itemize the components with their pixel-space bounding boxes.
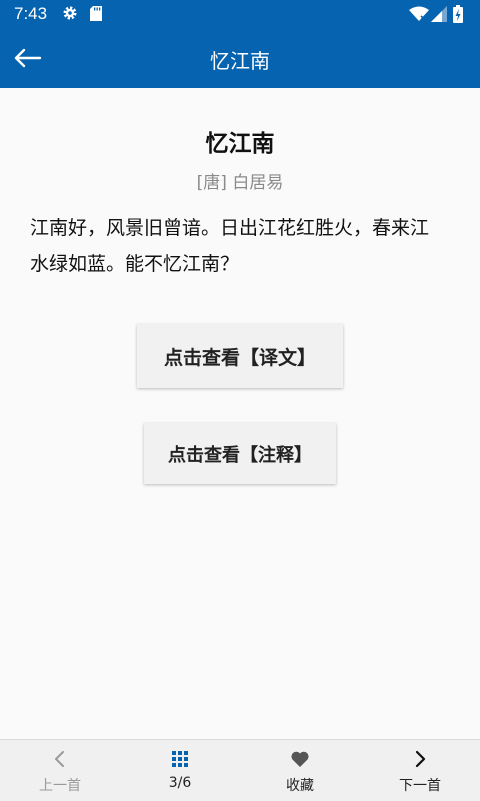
next-poem-button[interactable]: 下一首 xyxy=(360,740,480,801)
favorite-button[interactable]: 收藏 xyxy=(240,740,360,801)
gear-icon xyxy=(62,5,78,21)
poem-author: [唐] 白居易 xyxy=(196,173,284,193)
app-bar: 忆江南 xyxy=(0,28,480,88)
view-notes-button[interactable]: 点击查看【注释】 xyxy=(144,423,336,484)
view-translation-button[interactable]: 点击查看【译文】 xyxy=(137,324,343,388)
poem-title: 忆江南 xyxy=(205,131,275,157)
wifi-icon xyxy=(409,6,429,26)
next-poem-label: 下一首 xyxy=(399,778,441,794)
poem-list-button[interactable]: 3/6 xyxy=(120,740,240,801)
status-time: 7:43 xyxy=(14,4,48,23)
heart-icon xyxy=(240,749,360,769)
chevron-right-icon xyxy=(360,749,480,769)
app-bar-title: 忆江南 xyxy=(210,49,270,73)
bottom-nav: 上一首 3/6 收藏 下一首 xyxy=(0,739,480,801)
chevron-left-icon xyxy=(0,749,120,769)
sd-card-icon xyxy=(90,6,102,21)
poem-line: 水绿如蓝。能不忆江南？ xyxy=(30,253,240,275)
prev-poem-button[interactable]: 上一首 xyxy=(0,740,120,801)
status-bar: 7:43 xyxy=(0,0,480,28)
poem-line: 江南好，风景旧曾谙。日出江花红胜火，春来江 xyxy=(30,217,430,239)
poem-body: 江南好，风景旧曾谙。日出江花红胜火，春来江 水绿如蓝。能不忆江南？ xyxy=(30,210,454,282)
signal-icon xyxy=(431,6,447,26)
grid-icon xyxy=(120,749,240,769)
prev-poem-label: 上一首 xyxy=(39,778,81,794)
battery-icon xyxy=(453,5,463,27)
poem-position-label: 3/6 xyxy=(168,775,192,791)
favorite-label: 收藏 xyxy=(286,778,314,794)
